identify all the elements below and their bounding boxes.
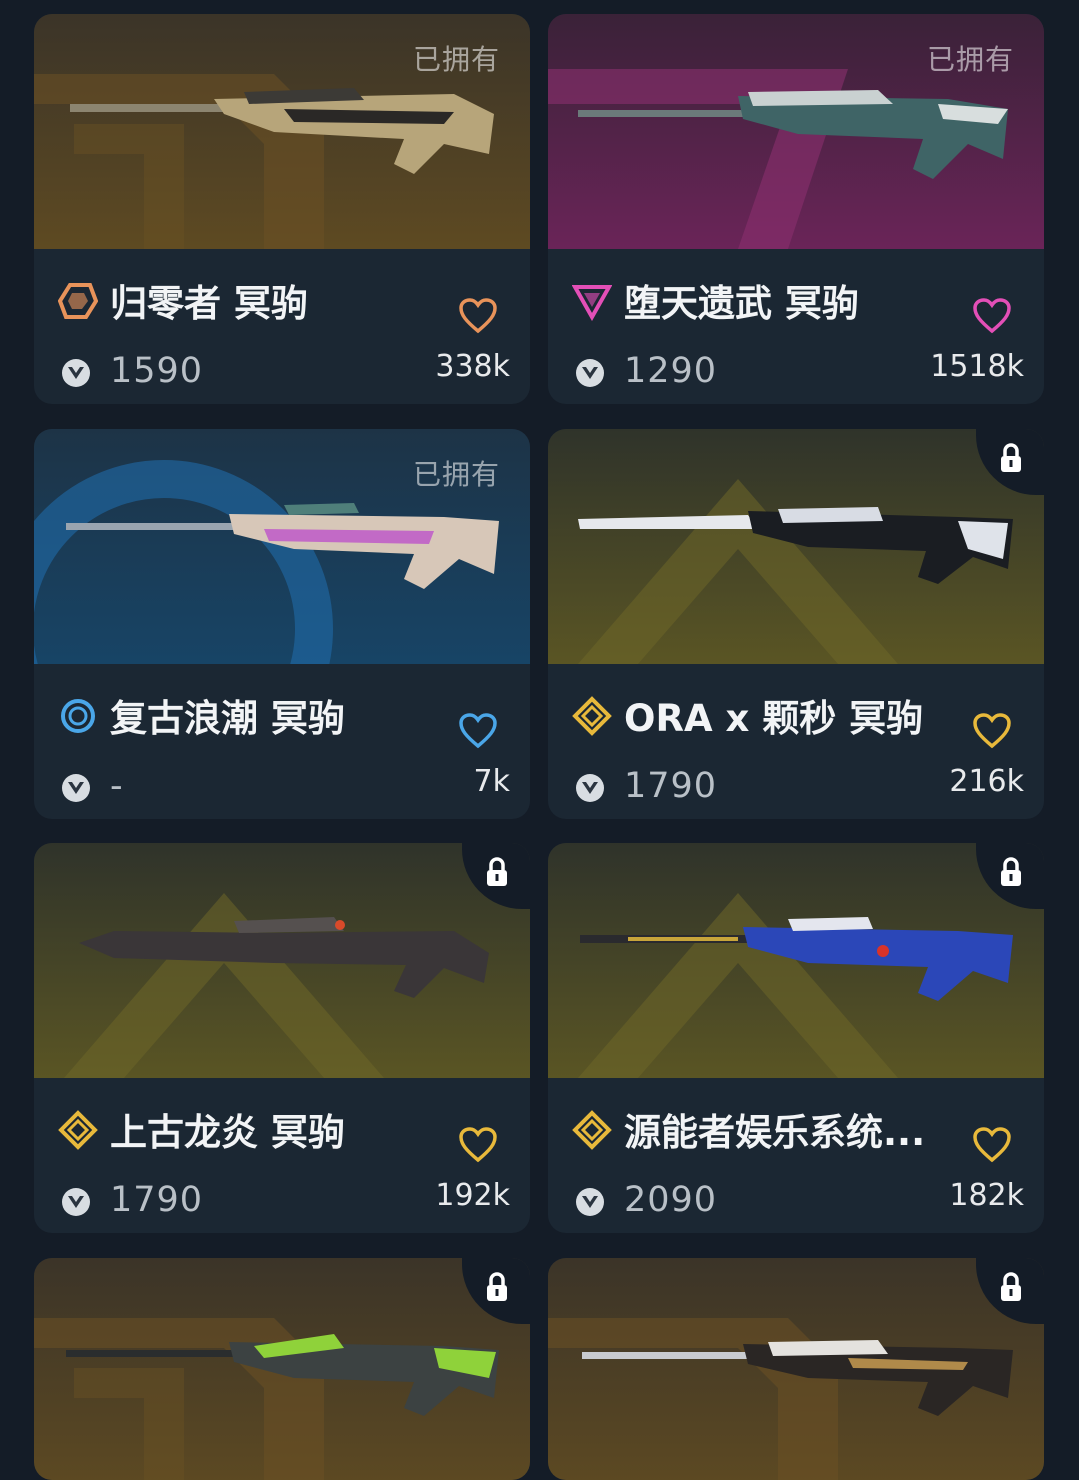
skin-price: 1590	[110, 351, 204, 391]
skin-card[interactable]: 上古龙炎 冥驹 1790 192k	[34, 843, 530, 1233]
lock-icon	[487, 857, 507, 886]
lock-icon	[487, 1272, 507, 1301]
like-count: 216k	[949, 764, 1024, 799]
gold-tier-icon	[572, 696, 612, 736]
sniper-rifle-image	[580, 917, 1013, 1001]
skin-card[interactable]: 已拥有 复古浪潮 冥驹 - 7k	[34, 429, 530, 819]
like-count: 1518k	[930, 349, 1024, 384]
skin-artwork	[548, 1258, 1044, 1480]
lock-icon	[1001, 857, 1021, 886]
skin-card[interactable]: 已拥有 归零者 冥驹 1590 338k	[34, 14, 530, 404]
vp-currency-icon	[576, 774, 604, 802]
skin-info: 堕天遗武 冥驹 1290 1518k	[548, 249, 1044, 404]
owned-badge: 已拥有	[412, 458, 500, 491]
lock-icon	[1001, 1272, 1021, 1301]
vp-currency-icon	[576, 1188, 604, 1216]
like-count: 192k	[435, 1178, 510, 1213]
skin-artwork	[548, 429, 1044, 664]
skin-info: 上古龙炎 冥驹 1790 192k	[34, 1078, 530, 1233]
blue-tier-icon	[61, 699, 95, 733]
favorite-heart-icon[interactable]	[972, 297, 1012, 335]
sniper-rifle-image	[79, 917, 489, 998]
gold-tier-icon	[572, 1110, 612, 1150]
bronze-tier-icon	[58, 283, 98, 319]
skin-name: 归零者 冥驹	[110, 282, 308, 325]
lock-icon	[1001, 443, 1021, 472]
skin-info: ORA x 颗秒 冥驹 1790 216k	[548, 664, 1044, 819]
skin-info: 归零者 冥驹 1590 338k	[34, 249, 530, 404]
skin-price: 1790	[624, 766, 718, 806]
skin-card[interactable]	[34, 1258, 530, 1480]
skin-artwork	[34, 1258, 530, 1480]
skin-name: 堕天遗武 冥驹	[624, 282, 859, 325]
skin-card[interactable]: 源能者娱乐系统... 2090 182k	[548, 843, 1044, 1233]
skin-info: 复古浪潮 冥驹 - 7k	[34, 664, 530, 819]
sniper-rifle-image	[66, 1334, 499, 1416]
favorite-heart-icon[interactable]	[458, 297, 498, 335]
like-count: 338k	[435, 349, 510, 384]
skin-price: 1790	[110, 1180, 204, 1220]
favorite-heart-icon[interactable]	[458, 712, 498, 750]
skin-price: -	[110, 766, 124, 806]
skin-card[interactable]	[548, 1258, 1044, 1480]
owned-badge: 已拥有	[412, 43, 500, 76]
skin-price: 1290	[624, 351, 718, 391]
sniper-rifle-image	[578, 507, 1013, 584]
like-count: 7k	[473, 764, 510, 799]
skin-name: ORA x 颗秒 冥驹	[624, 697, 924, 740]
vp-currency-icon	[576, 359, 604, 387]
skin-grid: 已拥有 归零者 冥驹 1590 338k 已拥有 堕天遗武 冥驹 1290 15…	[0, 0, 1079, 1480]
skin-artwork	[548, 843, 1044, 1078]
owned-badge: 已拥有	[926, 43, 1014, 76]
skin-card[interactable]: ORA x 颗秒 冥驹 1790 216k	[548, 429, 1044, 819]
vp-currency-icon	[62, 774, 90, 802]
vp-currency-icon	[62, 1188, 90, 1216]
pink-tier-icon	[572, 285, 612, 321]
like-count: 182k	[949, 1178, 1024, 1213]
skin-name: 复古浪潮 冥驹	[110, 697, 345, 740]
skin-name: 源能者娱乐系统...	[624, 1111, 926, 1154]
skin-artwork	[34, 843, 530, 1078]
skin-name: 上古龙炎 冥驹	[110, 1111, 345, 1154]
favorite-heart-icon[interactable]	[972, 712, 1012, 750]
gold-tier-icon	[58, 1110, 98, 1150]
favorite-heart-icon[interactable]	[458, 1126, 498, 1164]
vp-currency-icon	[62, 359, 90, 387]
sniper-rifle-image	[582, 1340, 1013, 1416]
favorite-heart-icon[interactable]	[972, 1126, 1012, 1164]
skin-price: 2090	[624, 1180, 718, 1220]
skin-card[interactable]: 已拥有 堕天遗武 冥驹 1290 1518k	[548, 14, 1044, 404]
skin-info: 源能者娱乐系统... 2090 182k	[548, 1078, 1044, 1233]
